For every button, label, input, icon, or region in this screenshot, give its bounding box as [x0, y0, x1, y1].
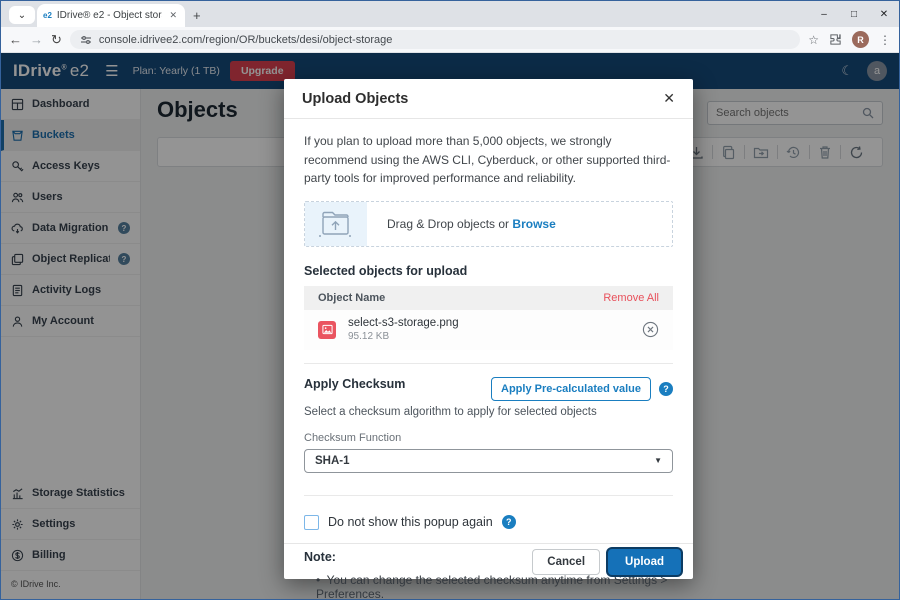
modal-footer: Cancel Upload [284, 543, 693, 579]
dont-show-row: Do not show this popup again ? [304, 515, 673, 530]
browser-actions: ☆ R ⋮ [808, 31, 891, 48]
divider [304, 495, 673, 496]
modal-header: Upload Objects ✕ [284, 79, 693, 119]
checksum-help-icon[interactable]: ? [659, 382, 673, 396]
cancel-button[interactable]: Cancel [532, 549, 600, 575]
file-meta: select-s3-storage.png 95.12 KB [348, 317, 630, 342]
chevron-down-icon: ▼ [654, 456, 662, 465]
browser-tabstrip: ⌄ e2 IDrive® e2 - Object storage ✕ + – □… [1, 1, 899, 27]
browser-tab[interactable]: e2 IDrive® e2 - Object storage ✕ [37, 4, 185, 27]
remove-all-link[interactable]: Remove All [603, 292, 659, 304]
apply-precalculated-button[interactable]: Apply Pre-calculated value [491, 377, 651, 401]
window-close-button[interactable]: ✕ [869, 9, 899, 20]
url-text: console.idrivee2.com/region/OR/buckets/d… [99, 34, 392, 46]
upload-button[interactable]: Upload [608, 549, 681, 575]
browse-link[interactable]: Browse [512, 217, 555, 231]
dropzone-icon-area [305, 202, 367, 246]
address-bar[interactable]: console.idrivee2.com/region/OR/buckets/d… [70, 30, 800, 49]
back-button[interactable]: ← [9, 32, 22, 47]
forward-button[interactable]: → [30, 32, 43, 47]
tab-close-icon[interactable]: ✕ [167, 10, 179, 21]
window-controls: – □ ✕ [809, 1, 899, 27]
table-row: select-s3-storage.png 95.12 KB [304, 310, 673, 350]
dont-show-checkbox[interactable] [304, 515, 319, 530]
upload-recommendation-text: If you plan to upload more than 5,000 ob… [304, 132, 673, 188]
table-header-row: Object Name Remove All [304, 286, 673, 310]
apply-checksum-heading: Apply Checksum [304, 377, 405, 391]
browser-toolbar: ← → ↻ console.idrivee2.com/region/OR/buc… [1, 27, 899, 53]
object-name-header: Object Name [318, 292, 385, 304]
dropzone-text: Drag & Drop objects or Browse [387, 217, 556, 231]
file-name: select-s3-storage.png [348, 317, 630, 329]
modal-title: Upload Objects [302, 91, 408, 107]
upload-objects-modal: Upload Objects ✕ If you plan to upload m… [284, 79, 693, 579]
checksum-select[interactable]: SHA-1 ▼ [304, 449, 673, 473]
folder-upload-icon [317, 208, 355, 240]
selected-objects-table: Object Name Remove All select-s3-storage… [304, 286, 673, 350]
new-tab-button[interactable]: + [193, 8, 201, 23]
site-settings-icon[interactable] [80, 34, 92, 46]
browser-profile-avatar[interactable]: R [852, 31, 869, 48]
browser-menu-icon[interactable]: ⋮ [879, 33, 891, 47]
tab-search-button[interactable]: ⌄ [9, 6, 35, 24]
checksum-function-label: Checksum Function [304, 432, 673, 444]
reload-button[interactable]: ↻ [51, 32, 62, 48]
modal-close-icon[interactable]: ✕ [663, 90, 675, 107]
window-minimize-button[interactable]: – [809, 9, 839, 20]
image-file-icon [318, 321, 336, 339]
dont-show-help-icon[interactable]: ? [502, 515, 516, 529]
file-size: 95.12 KB [348, 331, 630, 342]
bookmark-star-icon[interactable]: ☆ [808, 33, 819, 47]
dropzone[interactable]: Drag & Drop objects or Browse [304, 201, 673, 247]
checksum-selected-value: SHA-1 [315, 455, 350, 467]
dont-show-label: Do not show this popup again [328, 515, 493, 529]
favicon-e2-icon: e2 [43, 11, 52, 20]
divider [304, 363, 673, 364]
chevron-down-icon: ⌄ [18, 10, 26, 21]
checksum-subtext: Select a checksum algorithm to apply for… [304, 406, 673, 418]
tab-title: IDrive® e2 - Object storage [57, 10, 163, 21]
window-maximize-button[interactable]: □ [839, 9, 869, 20]
extensions-icon[interactable] [829, 33, 842, 46]
remove-file-icon[interactable] [642, 321, 659, 338]
selected-objects-heading: Selected objects for upload [304, 264, 673, 278]
